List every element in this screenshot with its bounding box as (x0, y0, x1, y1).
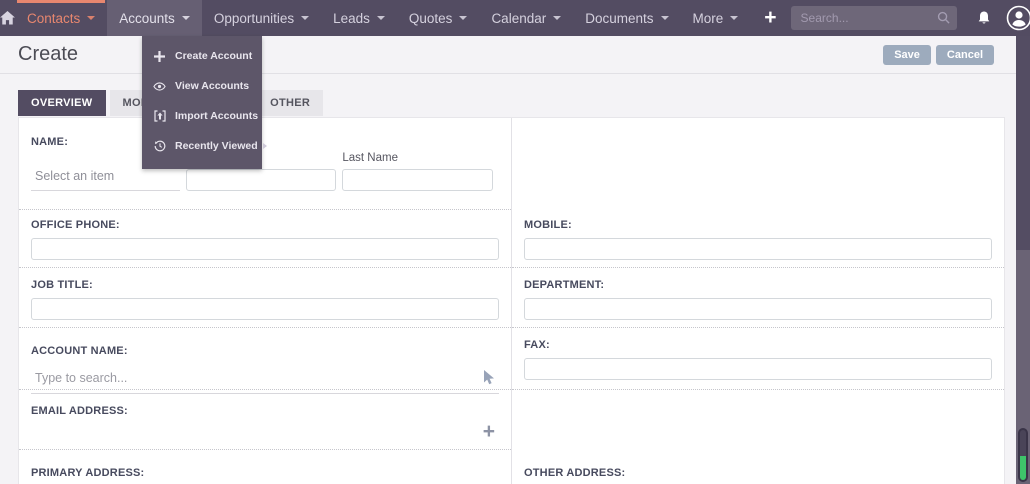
tab-overview[interactable]: OVERVIEW (18, 90, 106, 116)
app-window: Contacts Accounts Opportunities Leads Qu… (0, 0, 1030, 484)
field-label: FAX: (524, 339, 550, 351)
import-icon (153, 110, 166, 122)
add-email-plus-icon[interactable]: + (483, 421, 495, 442)
menu-item-label: Create Account (175, 50, 253, 62)
field-label: ACCOUNT NAME: (31, 345, 128, 357)
field-label: DEPARTMENT: (524, 279, 605, 291)
home-icon[interactable] (0, 0, 15, 36)
mobile-input[interactable] (524, 238, 992, 260)
nav-item-label: Leads (333, 10, 370, 26)
search-icon[interactable] (937, 11, 950, 29)
page-title: Create (18, 43, 79, 65)
nav-item-leads[interactable]: Leads (321, 0, 397, 36)
chevron-down-icon (730, 16, 739, 20)
field-account-name: ACCOUNT NAME: (19, 328, 511, 394)
field-label: MOBILE: (524, 219, 572, 231)
field-department: DEPARTMENT: (512, 268, 1004, 328)
field-fax: FAX: (512, 328, 1004, 390)
field-label: JOB TITLE: (31, 279, 93, 291)
top-navbar: Contacts Accounts Opportunities Leads Qu… (0, 0, 1030, 36)
chevron-down-icon (553, 16, 562, 20)
field-label: OTHER ADDRESS: (524, 467, 626, 479)
eye-icon (153, 81, 166, 91)
field-name: NAME: Select an item First Name Last Nam… (19, 118, 511, 210)
empty-cell (512, 118, 1004, 210)
job-title-input[interactable] (31, 298, 499, 320)
menu-item-import-accounts[interactable]: Import Accounts (142, 101, 262, 131)
field-office-phone: OFFICE PHONE: (19, 210, 511, 268)
field-job-title: JOB TITLE: (19, 268, 511, 328)
user-avatar-icon[interactable] (1001, 5, 1030, 31)
chevron-down-icon (459, 16, 468, 20)
nav-item-label: Accounts (119, 10, 175, 26)
field-label: EMAIL ADDRESS: (31, 405, 128, 417)
field-label: PRIMARY ADDRESS: (31, 467, 145, 479)
chevron-down-icon (87, 16, 96, 20)
edit-form-panel: NAME: Select an item First Name Last Nam… (18, 117, 1005, 484)
vertical-scrollbar[interactable] (1016, 0, 1030, 484)
field-mobile: MOBILE: (512, 210, 1004, 268)
last-name-label: Last Name (342, 152, 398, 164)
nav-item-contacts[interactable]: Contacts (15, 0, 107, 36)
nav-item-label: More (692, 10, 724, 26)
header-actions: Save Cancel (883, 44, 994, 65)
menu-item-label: Recently Viewed (175, 140, 258, 152)
menu-item-recently-viewed[interactable]: Recently Viewed (142, 131, 267, 161)
nav-item-label: Documents (585, 10, 654, 26)
chevron-down-icon (301, 16, 310, 20)
menu-item-label: View Accounts (175, 80, 250, 92)
mouse-cursor-icon (483, 370, 495, 391)
scrollbar-thumb[interactable] (1016, 36, 1030, 250)
quick-create-plus-icon[interactable]: + (750, 1, 790, 35)
chevron-down-icon (376, 16, 385, 20)
menu-item-view-accounts[interactable]: View Accounts (142, 71, 262, 101)
global-search (790, 6, 957, 30)
field-email-address: EMAIL ADDRESS: + (19, 390, 511, 450)
nav-item-opportunities[interactable]: Opportunities (202, 0, 321, 36)
search-input[interactable] (790, 6, 957, 30)
menu-item-label: Import Accounts (175, 110, 259, 122)
last-name-group: Last Name (342, 152, 493, 191)
chevron-down-icon (181, 16, 190, 20)
office-phone-input[interactable] (31, 238, 499, 260)
cancel-button[interactable]: Cancel (935, 44, 994, 65)
menu-item-create-account[interactable]: Create Account (142, 41, 262, 71)
nav-item-accounts[interactable]: Accounts (107, 0, 202, 36)
nav-item-more[interactable]: More (681, 0, 751, 36)
nav-item-label: Calendar (491, 10, 547, 26)
fax-input[interactable] (524, 358, 992, 380)
tab-other[interactable]: OTHER (257, 90, 324, 116)
first-name-input[interactable] (185, 169, 337, 191)
field-other-address: OTHER ADDRESS: (512, 450, 1004, 484)
chevron-down-icon (660, 16, 669, 20)
nav-item-calendar[interactable]: Calendar (479, 0, 573, 36)
name-row: Select an item First Name Last Name (31, 152, 499, 191)
department-input[interactable] (524, 298, 992, 320)
field-primary-address: PRIMARY ADDRESS: (19, 450, 511, 484)
form-right-column: MOBILE: DEPARTMENT: FAX: OTHER ADDRESS: (511, 118, 1004, 484)
history-clock-icon (153, 140, 166, 152)
scrollbar-green-indicator (1020, 456, 1026, 480)
navbar-right-group: + (750, 0, 1030, 36)
nav-item-documents[interactable]: Documents (573, 0, 680, 36)
empty-cell (512, 390, 1004, 450)
form-left-column: NAME: Select an item First Name Last Nam… (19, 118, 511, 484)
notifications-bell-icon[interactable] (967, 10, 1001, 26)
scrollbar-bottom-marker (1018, 428, 1028, 482)
salutation-select[interactable]: Select an item (31, 169, 180, 191)
nav-item-quotes[interactable]: Quotes (397, 0, 480, 36)
field-label: OFFICE PHONE: (31, 219, 120, 231)
accounts-dropdown-menu: Create Account View Accounts Import Acco… (142, 36, 267, 169)
nav-item-label: Quotes (408, 10, 453, 26)
nav-item-label: Opportunities (213, 10, 295, 26)
submenu-arrow-icon (262, 143, 267, 149)
save-button[interactable]: Save (883, 44, 931, 65)
plus-icon (153, 50, 166, 62)
last-name-input[interactable] (342, 169, 493, 191)
nav-item-label: Contacts (27, 10, 81, 26)
